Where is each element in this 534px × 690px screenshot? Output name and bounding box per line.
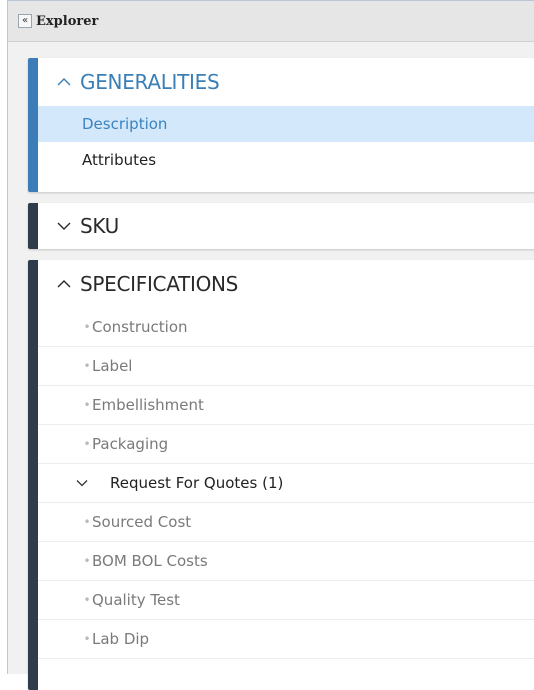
bullet-icon: • [83,320,91,334]
bullet-icon: • [83,437,91,451]
nav-item-label: Lab Dip [92,630,150,648]
nav-item-label: Description [82,115,168,133]
chevron-up-icon [57,280,71,288]
chevron-up-icon [57,78,71,86]
nav-item-label: Sourced Cost [92,513,192,531]
panel-sku: SKU [28,203,534,249]
panel-title-specifications: SPECIFICATIONS [80,272,239,296]
panel-title-sku: SKU [80,214,120,238]
panel-accent-bar [28,260,38,690]
bullet-icon: • [83,554,91,568]
nav-item-embellishment[interactable]: • Embellishment [38,386,534,425]
chevron-down-icon [57,222,71,230]
nav-item-label: Construction [92,318,188,336]
nav-item-request-for-quotes[interactable]: Request For Quotes (1) [38,464,534,503]
panel-generalities: GENERALITIES Description Attributes [28,58,534,192]
nav-item-label: Label [92,357,133,375]
explorer-title: Explorer [36,13,99,29]
nav-item-packaging[interactable]: • Packaging [38,425,534,464]
bullet-icon: • [83,515,91,529]
nav-item-bom-bol-costs[interactable]: • BOM BOL Costs [38,542,534,581]
specifications-list: • Construction • Label • Embellishment •… [38,308,534,659]
nav-item-label: Request For Quotes (1) [110,474,284,492]
nav-item-quality-test[interactable]: • Quality Test [38,581,534,620]
bullet-icon: • [83,593,91,607]
chevron-down-icon[interactable] [76,479,88,487]
nav-item-label: Embellishment [92,396,204,414]
bullet-icon: • [83,359,91,373]
panel-specifications: SPECIFICATIONS • Construction • Label • … [28,260,534,690]
panel-accent-bar [28,203,38,249]
nav-item-label: BOM BOL Costs [92,552,208,570]
panel-accent-bar [28,58,38,192]
nav-item-construction[interactable]: • Construction [38,308,534,347]
bullet-icon: • [83,398,91,412]
nav-item-lab-dip[interactable]: • Lab Dip [38,620,534,659]
nav-item-label: Packaging [92,435,169,453]
nav-item-label-spec[interactable]: • Label [38,347,534,386]
nav-item-description[interactable]: Description [38,106,534,142]
nav-item-sourced-cost[interactable]: • Sourced Cost [38,503,534,542]
nav-item-label: Attributes [82,151,157,169]
explorer-header: « Explorer [8,1,534,42]
panel-title-generalities: GENERALITIES [80,70,220,94]
panel-header-generalities[interactable]: GENERALITIES [38,58,534,106]
nav-item-attributes[interactable]: Attributes [38,142,534,178]
panel-header-sku[interactable]: SKU [38,203,534,249]
explorer-pane: « Explorer GENERALITIES Description Attr… [7,0,534,690]
collapse-explorer-button[interactable]: « [18,14,32,28]
nav-item-label: Quality Test [92,591,180,609]
panel-header-specifications[interactable]: SPECIFICATIONS [38,260,534,308]
bullet-icon: • [83,632,91,646]
double-chevron-left-icon: « [21,15,29,26]
